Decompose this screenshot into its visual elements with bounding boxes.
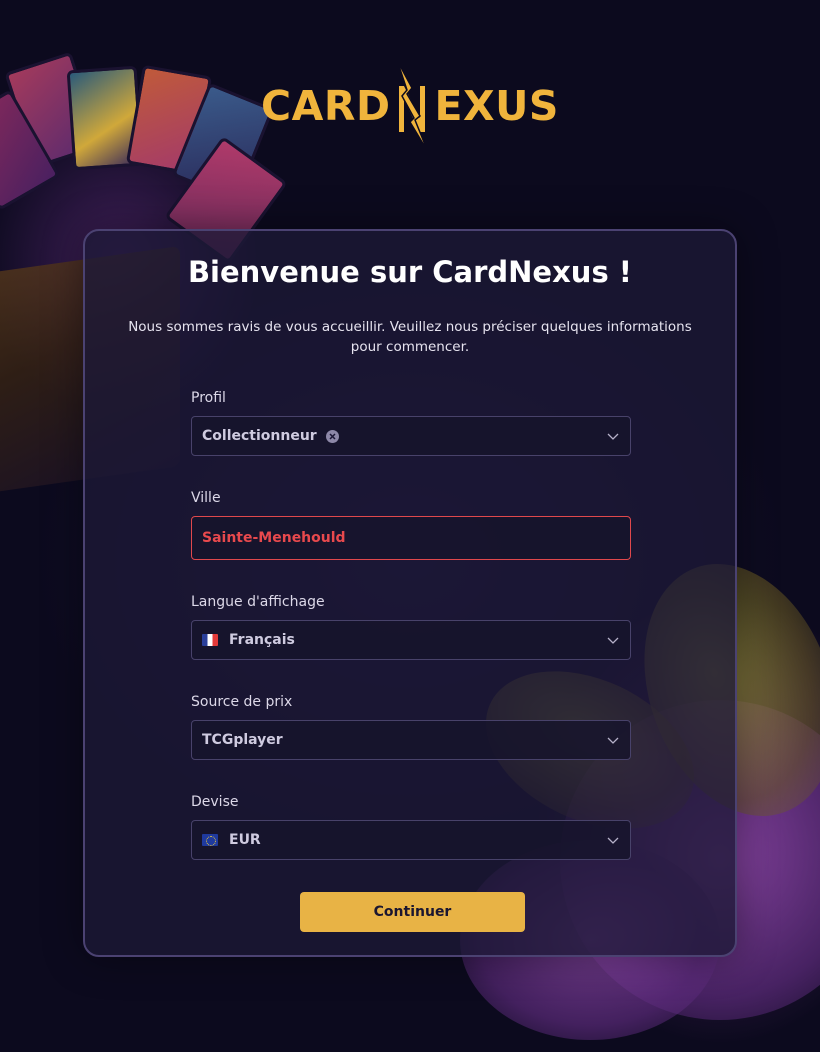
flag-fr-icon: [202, 634, 218, 646]
continue-button[interactable]: Continuer: [300, 892, 525, 932]
logo-text-right: EXUS: [434, 82, 559, 130]
langue-selected-value: Français: [229, 632, 295, 648]
devise-label: Devise: [191, 794, 239, 810]
chevron-down-icon[interactable]: [606, 633, 620, 647]
source-select[interactable]: TCGplayer: [191, 720, 631, 760]
langue-select[interactable]: Français: [191, 620, 631, 660]
page-title: Bienvenue sur CardNexus !: [187, 255, 633, 289]
cardnexus-logo: CARD EXUS: [0, 58, 820, 154]
ville-input-value: Sainte-Menehould: [202, 530, 346, 546]
chevron-down-icon[interactable]: [606, 733, 620, 747]
devise-select[interactable]: EUR: [191, 820, 631, 860]
chevron-down-icon[interactable]: [606, 833, 620, 847]
source-label: Source de prix: [191, 694, 293, 710]
lightning-n-icon: [390, 58, 434, 154]
profil-select[interactable]: Collectionneur: [191, 416, 631, 456]
langue-label: Langue d'affichage: [191, 594, 325, 610]
onboarding-card: Bienvenue sur CardNexus ! Nous sommes ra…: [83, 229, 737, 957]
logo-text-left: CARD: [261, 82, 391, 130]
profil-label: Profil: [191, 390, 226, 406]
clear-icon[interactable]: [325, 429, 339, 443]
devise-selected-value: EUR: [229, 832, 261, 848]
chevron-down-icon[interactable]: [606, 429, 620, 443]
page-subtitle: Nous sommes ravis de vous accueillir. Ve…: [128, 319, 692, 355]
profil-selected-value: Collectionneur: [202, 428, 317, 444]
ville-input[interactable]: Sainte-Menehould: [191, 516, 631, 560]
ville-label: Ville: [191, 490, 221, 506]
source-selected-value: TCGplayer: [202, 732, 283, 748]
flag-eu-icon: [202, 834, 218, 846]
